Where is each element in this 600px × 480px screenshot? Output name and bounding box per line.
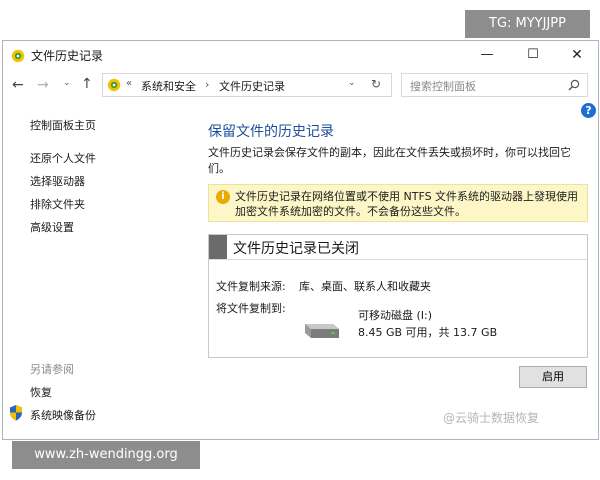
- status-panel-accent-bar: [209, 235, 227, 259]
- sidebar-link-system-image-backup[interactable]: 系统映像备份: [30, 407, 96, 423]
- minimize-button[interactable]: —: [465, 41, 509, 69]
- title-bar: 文件历史记录 — ☐ ✕: [3, 41, 598, 69]
- refresh-icon[interactable]: ↻: [371, 77, 381, 91]
- forward-arrow-icon[interactable]: →: [37, 77, 49, 93]
- breadcrumb-file-history[interactable]: 文件历史记录: [219, 78, 285, 94]
- maximize-button[interactable]: ☐: [511, 41, 555, 69]
- address-dropdown-icon[interactable]: ⌄: [348, 78, 356, 88]
- back-arrow-icon[interactable]: ←: [12, 77, 24, 93]
- copy-source-label: 文件复制来源:: [216, 280, 286, 293]
- file-history-app-icon: [11, 49, 25, 63]
- window-title: 文件历史记录: [31, 49, 104, 63]
- address-bar[interactable]: « 系统和安全 › 文件历史记录 ⌄ ↻: [102, 73, 392, 97]
- enable-button[interactable]: 启用: [519, 366, 587, 388]
- sidebar-control-panel-home[interactable]: 控制面板主页: [30, 117, 96, 133]
- page-title: 保留文件的历史记录: [208, 124, 334, 140]
- shield-icon: [10, 405, 22, 421]
- copy-source-value: 库、桌面、联系人和收藏夹: [299, 280, 431, 293]
- help-icon[interactable]: ?: [581, 103, 596, 118]
- info-icon: i: [216, 190, 230, 204]
- breadcrumb-overflow-icon[interactable]: «: [126, 78, 132, 89]
- navigation-bar: ← → ⌄ ↑ « 系统和安全 › 文件历史记录 ⌄ ↻ 搜索控制面板: [3, 69, 598, 103]
- search-box[interactable]: 搜索控制面板: [401, 73, 588, 97]
- page-description: 文件历史记录会保存文件的副本，因此在文件丢失或损坏时，你可以找回它们。: [208, 146, 571, 175]
- file-history-window: 文件历史记录 — ☐ ✕ ← → ⌄ ↑ « 系统和安全 › 文件历史记录 ⌄ …: [2, 40, 599, 440]
- copy-destination-label: 将文件复制到:: [216, 302, 286, 315]
- sidebar-link-recovery[interactable]: 恢复: [30, 384, 52, 400]
- recent-locations-chevron-icon[interactable]: ⌄: [63, 78, 71, 88]
- bottom-url-watermark: www.zh-wendingg.org: [12, 441, 200, 469]
- corner-watermark: @云骑士数据恢复: [443, 411, 540, 425]
- top-watermark-tag: TG: MYYJJPP: [465, 10, 590, 38]
- breadcrumb-separator-icon[interactable]: ›: [205, 78, 209, 91]
- info-banner: i 文件历史记录在网络位置或不使用 NTFS 文件系统的驱动器上發現使用加密文件…: [208, 184, 588, 222]
- breadcrumb-system-security[interactable]: 系统和安全: [141, 78, 196, 94]
- sidebar-item-select-drive[interactable]: 选择驱动器: [30, 173, 85, 189]
- sidebar-item-restore-personal-files[interactable]: 还原个人文件: [30, 150, 96, 166]
- search-placeholder: 搜索控制面板: [410, 80, 476, 93]
- drive-name: 可移动磁盘 (I:): [358, 309, 433, 322]
- sidebar-item-exclude-folders[interactable]: 排除文件夹: [30, 196, 85, 212]
- file-history-status-panel: 文件历史记录已关闭 文件复制来源: 库、桌面、联系人和收藏夹 将文件复制到: 可…: [208, 234, 588, 358]
- drive-capacity: 8.45 GB 可用，共 13.7 GB: [358, 326, 498, 339]
- status-panel-header: 文件历史记录已关闭: [209, 235, 587, 260]
- search-icon[interactable]: [568, 79, 580, 91]
- up-arrow-icon[interactable]: ↑: [81, 76, 93, 92]
- close-button[interactable]: ✕: [555, 41, 598, 69]
- info-banner-text: 文件历史记录在网络位置或不使用 NTFS 文件系统的驱动器上發現使用加密文件系统…: [235, 190, 579, 218]
- sidebar-item-advanced-settings[interactable]: 高级设置: [30, 219, 74, 235]
- file-history-address-icon: [107, 78, 121, 92]
- status-panel-title: 文件历史记录已关闭: [233, 241, 359, 257]
- sidebar-see-also-heading: 另请参阅: [30, 363, 74, 376]
- removable-drive-icon: [305, 324, 339, 338]
